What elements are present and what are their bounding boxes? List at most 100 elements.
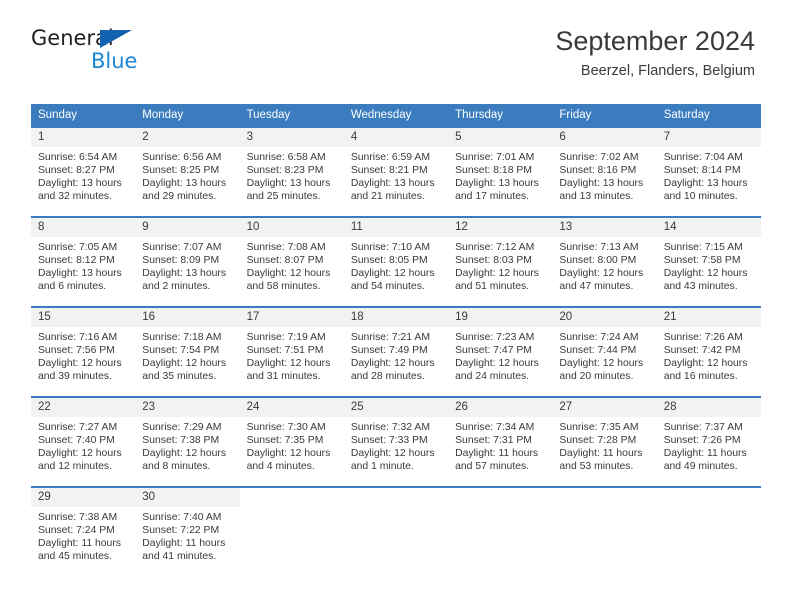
day-cell[interactable]: 17 Sunrise: 7:19 AM Sunset: 7:51 PM Dayligh… [239,306,344,397]
day-cell[interactable]: 10 Sunrise: 7:08 AM Sunset: 8:07 PM Dayligh… [239,216,344,307]
day-number: 14 [656,218,761,238]
daylight-text-line1: Daylight: 12 hours [350,268,435,280]
day-cell[interactable]: 18 Sunrise: 7:21 AM Sunset: 7:49 PM Dayligh… [343,306,449,397]
day-cell[interactable]: 20 Sunrise: 7:24 AM Sunset: 7:44 PM Dayligh… [552,306,657,397]
day-cell[interactable]: 9 Sunrise: 7:07 AM Sunset: 8:09 PM Daylight… [135,216,240,307]
daylight-text-line1: Daylight: 13 hours [663,178,748,190]
day-number: 23 [135,398,240,418]
day-cell[interactable]: 8 Sunrise: 7:05 AM Sunset: 8:12 PM Daylight… [31,216,136,307]
sunrise-text: Sunrise: 7:01 AM [455,152,535,164]
day-cell[interactable]: 2 Sunrise: 6:56 AM Sunset: 8:25 PM Daylight… [135,126,240,217]
day-cell[interactable]: 26 Sunrise: 7:34 AM Sunset: 7:31 PM Dayligh… [448,396,553,487]
day-cell[interactable]: 6 Sunrise: 7:02 AM Sunset: 8:16 PM Daylight… [552,126,657,217]
day-number: 17 [239,308,344,328]
day-info: Sunrise: 7:12 AM Sunset: 8:03 PM Daylight:… [448,237,552,293]
day-cell[interactable]: 7 Sunrise: 7:04 AM Sunset: 8:14 PM Daylight… [656,126,761,217]
day-number: 10 [239,218,344,238]
day-number: 20 [552,308,657,328]
sunrise-text: Sunrise: 7:07 AM [142,242,222,254]
day-info: Sunrise: 7:34 AM Sunset: 7:31 PM Daylight:… [448,417,552,473]
daylight-text-line2: and 16 minutes. [663,371,738,383]
day-cell[interactable]: 29 Sunrise: 7:38 AM Sunset: 7:24 PM Dayligh… [31,486,136,576]
week-row: 29 Sunrise: 7:38 AM Sunset: 7:24 PM Dayligh… [31,486,761,576]
daylight-text-line1: Daylight: 13 hours [559,178,644,190]
sunrise-text: Sunrise: 7:02 AM [559,152,639,164]
weekday-header-friday: Friday [552,104,657,127]
day-info: Sunrise: 7:10 AM Sunset: 8:05 PM Daylight:… [344,237,448,293]
daylight-text-line2: and 8 minutes. [142,461,211,473]
logo-text-general: General [31,28,161,50]
sunset-text: Sunset: 8:05 PM [350,255,428,267]
day-cell-empty [656,486,761,576]
sunrise-text: Sunrise: 6:54 AM [38,152,118,164]
sunrise-text: Sunrise: 7:37 AM [663,422,743,434]
day-number [343,488,449,507]
day-cell[interactable]: 12 Sunrise: 7:12 AM Sunset: 8:03 PM Dayligh… [448,216,553,307]
daylight-text-line1: Daylight: 11 hours [142,538,226,550]
day-number: 5 [448,128,553,148]
day-cell-empty [239,486,344,576]
sunrise-text: Sunrise: 7:35 AM [559,422,639,434]
daylight-text-line2: and 47 minutes. [559,281,634,293]
daylight-text-line1: Daylight: 12 hours [455,358,539,370]
day-cell[interactable]: 22 Sunrise: 7:27 AM Sunset: 7:40 PM Dayligh… [31,396,136,487]
daylight-text-line1: Daylight: 12 hours [38,448,122,460]
daylight-text-line1: Daylight: 11 hours [559,448,643,460]
sunset-text: Sunset: 8:16 PM [559,165,637,177]
day-info: Sunrise: 7:29 AM Sunset: 7:38 PM Daylight:… [135,417,239,473]
day-cell[interactable]: 25 Sunrise: 7:32 AM Sunset: 7:33 PM Dayligh… [343,396,449,487]
daylight-text-line1: Daylight: 12 hours [663,358,748,370]
day-cell[interactable]: 24 Sunrise: 7:30 AM Sunset: 7:35 PM Dayligh… [239,396,344,487]
sunset-text: Sunset: 8:18 PM [455,165,532,177]
sunset-text: Sunset: 8:23 PM [246,165,324,177]
day-cell[interactable]: 1 Sunrise: 6:54 AM Sunset: 8:27 PM Daylight… [31,126,136,217]
daylight-text-line1: Daylight: 12 hours [142,448,227,460]
day-cell[interactable]: 30 Sunrise: 7:40 AM Sunset: 7:22 PM Dayligh… [135,486,240,576]
sunset-text: Sunset: 8:03 PM [455,255,532,267]
sunset-text: Sunset: 7:28 PM [559,435,637,447]
day-info: Sunrise: 6:56 AM Sunset: 8:25 PM Daylight:… [135,147,239,203]
sunset-text: Sunset: 8:21 PM [350,165,428,177]
daylight-text-line2: and 49 minutes. [663,461,738,473]
day-cell[interactable]: 3 Sunrise: 6:58 AM Sunset: 8:23 PM Daylight… [239,126,344,217]
daylight-text-line2: and 58 minutes. [246,281,321,293]
day-cell[interactable]: 27 Sunrise: 7:35 AM Sunset: 7:28 PM Dayligh… [552,396,657,487]
day-number [239,488,344,507]
day-cell-empty [552,486,657,576]
sunset-text: Sunset: 7:33 PM [350,435,428,447]
day-cell[interactable]: 28 Sunrise: 7:37 AM Sunset: 7:26 PM Dayligh… [656,396,761,487]
day-cell[interactable]: 19 Sunrise: 7:23 AM Sunset: 7:47 PM Dayligh… [448,306,553,397]
sunrise-text: Sunrise: 7:18 AM [142,332,222,344]
sunset-text: Sunset: 7:44 PM [559,345,637,357]
week-row: 22 Sunrise: 7:27 AM Sunset: 7:40 PM Dayligh… [31,396,761,487]
day-info: Sunrise: 7:07 AM Sunset: 8:09 PM Daylight:… [135,237,239,293]
day-cell[interactable]: 15 Sunrise: 7:16 AM Sunset: 7:56 PM Dayligh… [31,306,136,397]
day-info: Sunrise: 6:59 AM Sunset: 8:21 PM Daylight:… [344,147,448,203]
daylight-text-line2: and 54 minutes. [350,281,425,293]
day-cell[interactable]: 21 Sunrise: 7:26 AM Sunset: 7:42 PM Dayligh… [656,306,761,397]
daylight-text-line1: Daylight: 11 hours [38,538,121,550]
logo-blue-label: Blue [91,49,138,73]
day-cell[interactable]: 23 Sunrise: 7:29 AM Sunset: 7:38 PM Dayligh… [135,396,240,487]
sunset-text: Sunset: 8:14 PM [663,165,741,177]
day-cell[interactable]: 11 Sunrise: 7:10 AM Sunset: 8:05 PM Dayligh… [343,216,449,307]
day-number: 9 [135,218,240,238]
daylight-text-line1: Daylight: 12 hours [246,448,331,460]
sunrise-text: Sunrise: 7:13 AM [559,242,639,254]
day-cell[interactable]: 14 Sunrise: 7:15 AM Sunset: 7:58 PM Dayligh… [656,216,761,307]
day-cell[interactable]: 4 Sunrise: 6:59 AM Sunset: 8:21 PM Daylight… [343,126,449,217]
day-cell[interactable]: 13 Sunrise: 7:13 AM Sunset: 8:00 PM Dayligh… [552,216,657,307]
sunrise-text: Sunrise: 7:05 AM [38,242,118,254]
day-cell[interactable]: 16 Sunrise: 7:18 AM Sunset: 7:54 PM Dayligh… [135,306,240,397]
sunrise-text: Sunrise: 7:10 AM [350,242,430,254]
sunset-text: Sunset: 7:35 PM [246,435,324,447]
day-info: Sunrise: 7:40 AM Sunset: 7:22 PM Daylight:… [135,507,239,563]
daylight-text-line2: and 21 minutes. [350,191,425,203]
day-number: 2 [135,128,240,148]
day-cell[interactable]: 5 Sunrise: 7:01 AM Sunset: 8:18 PM Daylight… [448,126,553,217]
sunset-text: Sunset: 7:38 PM [142,435,220,447]
sunrise-text: Sunrise: 7:24 AM [559,332,639,344]
day-number: 15 [31,308,136,328]
day-number: 26 [448,398,553,418]
sunset-text: Sunset: 8:27 PM [38,165,115,177]
